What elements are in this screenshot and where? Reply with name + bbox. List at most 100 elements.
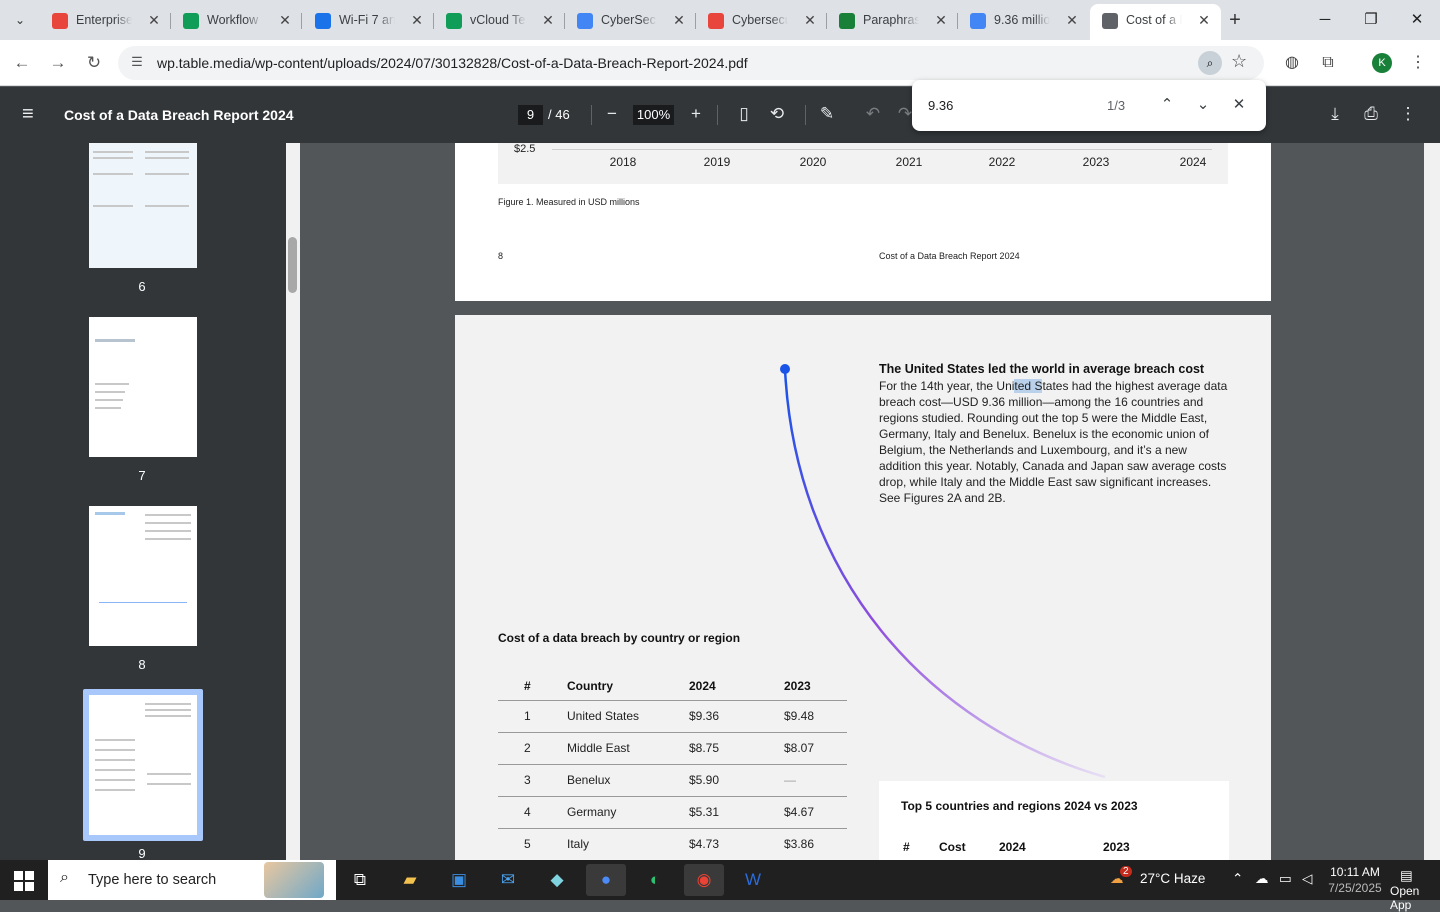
thumbnail-page-9[interactable]	[89, 695, 197, 835]
divider	[805, 105, 806, 125]
rotate-icon[interactable]: ⟲	[766, 103, 788, 125]
pdf-more-icon[interactable]: ⋮	[1397, 103, 1419, 125]
page-number-input[interactable]: 9	[518, 105, 543, 125]
zoom-input[interactable]: 100%	[633, 105, 674, 125]
page-number: 8	[498, 251, 504, 261]
minimize-button[interactable]: ─	[1310, 8, 1340, 32]
tab-title: vCloud Tec	[470, 13, 526, 27]
tab[interactable]: Cybersecur ✕	[696, 4, 827, 38]
browser-menu-icon[interactable]: ⋮	[1408, 53, 1428, 73]
table-row: 4 Germany $5.31 $4.67	[498, 797, 847, 829]
file-explorer-icon[interactable]: ▰	[390, 864, 430, 896]
tab-search-chevron-icon[interactable]: ⌄	[8, 8, 32, 32]
back-button[interactable]: ←	[10, 51, 34, 75]
new-tab-button[interactable]: +	[1222, 8, 1248, 34]
tab[interactable]: Paraphrasin ✕	[827, 4, 958, 38]
pdf-page-9: The United States led the world in avera…	[455, 315, 1271, 860]
tab-close-icon[interactable]: ✕	[539, 11, 557, 29]
pdf-viewer[interactable]: $2.5 2018 2019 2020 2021 2022 2023 2024 Figure…	[300, 143, 1424, 860]
translate-icon[interactable]: ◍	[1282, 53, 1302, 73]
app-icon[interactable]: ◆	[537, 864, 577, 896]
thumbnail-page-7[interactable]	[89, 317, 197, 457]
network-icon[interactable]: ▭	[1279, 871, 1292, 887]
table-title: Cost of a data breach by country or regi…	[498, 631, 741, 645]
tab[interactable]: Cost of a D ✕	[1090, 4, 1221, 40]
forward-button[interactable]: →	[46, 51, 70, 75]
tab-close-icon[interactable]: ✕	[1195, 11, 1213, 29]
x-axis-year: 2019	[703, 155, 731, 169]
tab[interactable]: CyberSecur ✕	[565, 4, 696, 38]
annotate-icon[interactable]: ✎	[816, 103, 838, 125]
tab[interactable]: vCloud Tec ✕	[434, 4, 565, 38]
task-view-icon[interactable]: ⧉	[340, 864, 380, 896]
download-icon[interactable]: ⤓	[1324, 103, 1346, 125]
tray-chevron-icon[interactable]: ⌃	[1232, 871, 1243, 887]
top5-header: Cost	[939, 840, 966, 854]
page-search-icon[interactable]: ⌕	[1198, 51, 1222, 75]
tab-close-icon[interactable]: ✕	[145, 11, 163, 29]
profile-avatar[interactable]: K	[1372, 53, 1392, 73]
gridline	[552, 149, 1212, 150]
reload-button[interactable]: ↻	[82, 51, 106, 75]
page-total: / 46	[548, 107, 570, 122]
x-axis-year: 2020	[799, 155, 827, 169]
tab-title: Paraphrasin	[863, 13, 919, 27]
edge-icon[interactable]: ◐	[635, 864, 675, 896]
clock-time: 10:11 AM	[1330, 865, 1380, 879]
fit-page-icon[interactable]: ▯	[733, 103, 755, 125]
tab-close-icon[interactable]: ✕	[1063, 11, 1081, 29]
tab-strip: ⌄ Enterprise D✕Workflow F✕Wi-Fi 7 and✕vC…	[0, 0, 1440, 40]
tab-close-icon[interactable]: ✕	[932, 11, 950, 29]
chrome-icon[interactable]: ◉	[684, 864, 724, 896]
tab[interactable]: Enterprise D ✕	[40, 4, 171, 38]
windows-start-icon[interactable]	[14, 871, 34, 891]
thumbnail-page-8[interactable]	[89, 506, 197, 646]
tab[interactable]: 9.36 million ✕	[958, 4, 1089, 38]
section-heading: The United States led the world in avera…	[879, 362, 1205, 376]
figure-caption: Figure 1. Measured in USD millions	[498, 197, 640, 207]
tab-close-icon[interactable]: ✕	[408, 11, 426, 29]
zoom-in-icon[interactable]: +	[685, 103, 707, 125]
find-input[interactable]: 9.36	[928, 98, 953, 113]
thumbnail-page-6[interactable]	[89, 143, 197, 268]
figure-chart: $2.5 2018 2019 2020 2021 2022 2023 2024	[498, 143, 1228, 184]
sheets-icon	[446, 13, 462, 29]
main-scrollbar[interactable]	[1424, 143, 1440, 860]
find-close-icon[interactable]: ✕	[1228, 94, 1250, 116]
tab[interactable]: Wi-Fi 7 and ✕	[303, 4, 434, 38]
find-previous-icon[interactable]: ⌃	[1156, 94, 1178, 116]
tab-title: CyberSecur	[601, 13, 657, 27]
store-icon[interactable]: ▣	[439, 864, 479, 896]
volume-icon[interactable]: ◁	[1302, 871, 1312, 887]
url-text[interactable]: wp.table.media/wp-content/uploads/2024/0…	[157, 55, 748, 71]
bookmark-star-icon[interactable]: ☆	[1231, 51, 1247, 72]
tab-close-icon[interactable]: ✕	[276, 11, 294, 29]
sidebar-menu-icon[interactable]: ≡	[22, 103, 34, 126]
restore-button[interactable]: ❐	[1356, 8, 1386, 32]
extensions-icon[interactable]: ⧉	[1318, 53, 1338, 73]
taskbar-search[interactable]: ⌕ Type here to search	[48, 860, 336, 900]
mail-icon[interactable]: ✉	[488, 864, 528, 896]
close-window-button[interactable]: ✕	[1402, 8, 1432, 32]
address-bar[interactable]: ☰ wp.table.media/wp-content/uploads/2024…	[118, 46, 1264, 80]
site-info-icon[interactable]: ☰	[128, 54, 146, 72]
find-bar: 9.36 1/3 ⌃ ⌄ ✕	[912, 80, 1266, 131]
tab[interactable]: Workflow F ✕	[171, 4, 302, 38]
thumbnail-number: 7	[138, 468, 146, 483]
zoom-app-icon[interactable]: ●	[586, 864, 626, 896]
tab-close-icon[interactable]: ✕	[801, 11, 819, 29]
google-icon	[970, 13, 986, 29]
onedrive-icon[interactable]: ☁	[1255, 871, 1269, 887]
divider	[301, 13, 302, 29]
zoom-out-icon[interactable]: −	[601, 103, 623, 125]
undo-icon[interactable]: ↶	[862, 103, 884, 125]
clock[interactable]: 10:11 AM 7/25/2025	[1325, 864, 1385, 896]
weather-text[interactable]: 27°C Haze	[1140, 871, 1205, 886]
country-cost-table: # Country 2024 2023 1 United States $9.36 $…	[498, 677, 847, 860]
word-icon[interactable]: W	[733, 864, 773, 896]
find-next-icon[interactable]: ⌄	[1192, 94, 1214, 116]
print-icon[interactable]: ⎙	[1360, 103, 1382, 125]
notification-icon[interactable]: ▤	[1400, 868, 1413, 884]
tab-close-icon[interactable]: ✕	[670, 11, 688, 29]
sidebar-scrollbar-thumb[interactable]	[288, 237, 297, 293]
